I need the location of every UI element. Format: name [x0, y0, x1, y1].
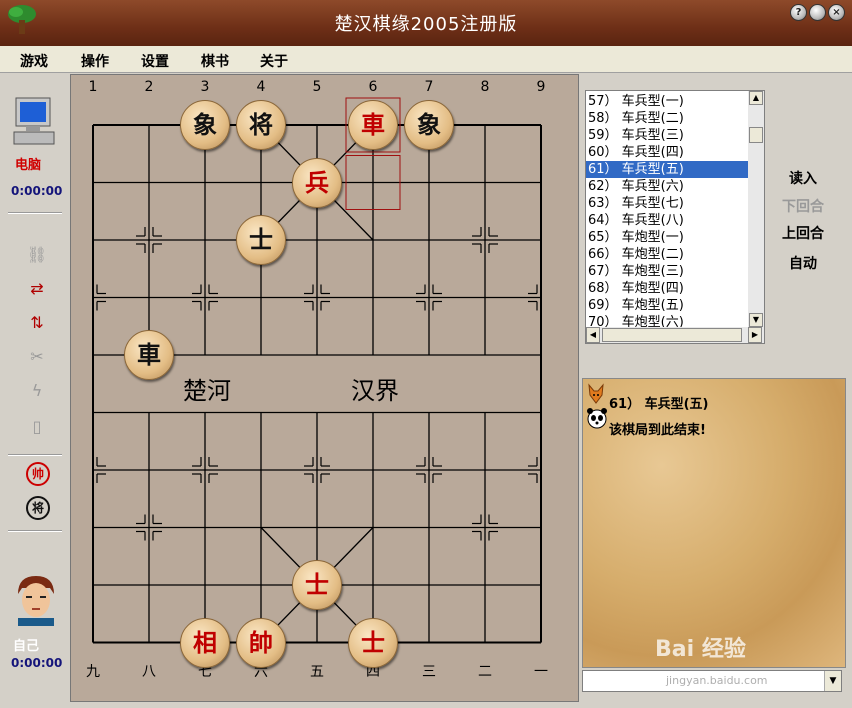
- scroll-down-icon[interactable]: ▼: [749, 313, 763, 327]
- auto-play-button[interactable]: 自动: [778, 253, 828, 273]
- black-elephant-piece[interactable]: 象: [404, 100, 454, 150]
- scroll-right-icon[interactable]: ▶: [748, 327, 762, 343]
- red-king-button[interactable]: 帅: [26, 462, 50, 486]
- list-horizontal-scrollbar[interactable]: ◀ ▶: [585, 327, 765, 344]
- scroll-up-icon[interactable]: ▲: [749, 91, 763, 105]
- title-bar: 楚汉棋缘2005注册版 ? ×: [0, 0, 852, 47]
- menu-settings[interactable]: 设置: [141, 51, 169, 71]
- computer-label: 电脑: [15, 158, 42, 173]
- red-chariot-piece[interactable]: 車: [348, 100, 398, 150]
- menu-bar: 游戏 操作 设置 棋书 关于: [0, 46, 852, 73]
- list-item[interactable]: 57） 车兵型(一): [586, 93, 748, 110]
- hscroll-thumb[interactable]: [602, 328, 742, 342]
- left-panel: 电脑 0:00:00 ⛓ ⇄ ⇅ ✂ ϟ ▯ 帅 将 自己 0:00:00: [0, 74, 66, 700]
- list-vertical-scrollbar[interactable]: ▲ ▼: [748, 91, 764, 328]
- list-item[interactable]: 65） 车炮型(一): [586, 229, 748, 246]
- message-line-1: 61） 车兵型(五): [609, 397, 709, 412]
- menu-operate[interactable]: 操作: [81, 51, 109, 71]
- black-advisor-piece[interactable]: 士: [236, 215, 286, 265]
- menu-chessbook[interactable]: 棋书: [201, 51, 229, 71]
- divider: [8, 212, 62, 214]
- list-item[interactable]: 58） 车兵型(二): [586, 110, 748, 127]
- message-line-2: 该棋局到此结束!: [609, 423, 706, 438]
- menu-about[interactable]: 关于: [260, 51, 288, 71]
- red-minister-piece[interactable]: 相: [180, 617, 230, 668]
- divider: [8, 530, 62, 532]
- black-elephant-piece[interactable]: 象: [180, 100, 230, 150]
- minimize-button[interactable]: [809, 4, 826, 21]
- help-button[interactable]: ?: [790, 4, 807, 21]
- list-item[interactable]: 69） 车炮型(五): [586, 297, 748, 314]
- load-button[interactable]: 读入: [778, 168, 828, 188]
- list-item[interactable]: 63） 车兵型(七): [586, 195, 748, 212]
- page-icon[interactable]: ▯: [24, 416, 50, 438]
- watermark-url: jingyan.baidu.com: [666, 674, 768, 687]
- list-item[interactable]: 68） 车炮型(四): [586, 280, 748, 297]
- black-chariot-piece[interactable]: 車: [124, 330, 174, 380]
- list-item[interactable]: 66） 车炮型(二): [586, 246, 748, 263]
- computer-icon: [13, 97, 55, 145]
- self-timer: 0:00:00: [11, 656, 63, 670]
- watermark-brand: Bai 经验: [655, 637, 746, 662]
- divider: [8, 454, 62, 456]
- link-icon[interactable]: ⛓: [24, 244, 50, 266]
- close-button[interactable]: ×: [828, 4, 845, 21]
- black-king-button[interactable]: 将: [26, 496, 50, 520]
- swap-horizontal-icon[interactable]: ⇄: [24, 278, 50, 300]
- black-general-piece[interactable]: 将: [236, 100, 286, 150]
- prev-move-button[interactable]: 下回合: [778, 196, 828, 216]
- scroll-thumb[interactable]: [749, 127, 763, 143]
- lightning-icon[interactable]: ϟ: [24, 380, 50, 402]
- chevron-down-icon[interactable]: ▼: [824, 671, 841, 691]
- list-item[interactable]: 60） 车兵型(四): [586, 144, 748, 161]
- river-left-label: 楚河: [183, 377, 231, 405]
- self-label: 自己: [13, 639, 40, 654]
- player-avatar: [10, 572, 62, 626]
- list-item[interactable]: 59） 车兵型(三): [586, 127, 748, 144]
- scroll-left-icon[interactable]: ◀: [586, 327, 600, 343]
- next-move-button[interactable]: 上回合: [778, 223, 828, 243]
- fox-icon: [588, 383, 604, 404]
- window-title: 楚汉棋缘2005注册版: [334, 14, 518, 35]
- red-advisor-piece[interactable]: 士: [348, 617, 398, 668]
- computer-timer: 0:00:00: [11, 184, 63, 198]
- scissors-icon[interactable]: ✂: [24, 346, 50, 368]
- chess-board[interactable]: 123456789 九八七六五四三二一 楚河 汉界 象将車象兵士車士相帥士: [70, 74, 579, 702]
- menu-game[interactable]: 游戏: [20, 51, 48, 71]
- panda-icon: [587, 408, 607, 429]
- flip-vertical-icon[interactable]: ⇅: [24, 312, 50, 334]
- river-right-label: 汉界: [351, 377, 399, 405]
- red-marshal-piece[interactable]: 帥: [236, 617, 286, 668]
- message-panel: 61） 车兵型(五) 该棋局到此结束! Bai 经验: [582, 378, 846, 668]
- list-item[interactable]: 64） 车兵型(八): [586, 212, 748, 229]
- list-item[interactable]: 67） 车炮型(三): [586, 263, 748, 280]
- red-soldier-piece[interactable]: 兵: [292, 157, 342, 208]
- list-item[interactable]: 61） 车兵型(五): [586, 161, 748, 178]
- list-item[interactable]: 62） 车兵型(六): [586, 178, 748, 195]
- puzzle-list[interactable]: 57） 车兵型(一) 58） 车兵型(二) 59） 车兵型(三) 60） 车兵型(四)…: [585, 90, 765, 329]
- red-advisor-piece[interactable]: 士: [292, 560, 342, 610]
